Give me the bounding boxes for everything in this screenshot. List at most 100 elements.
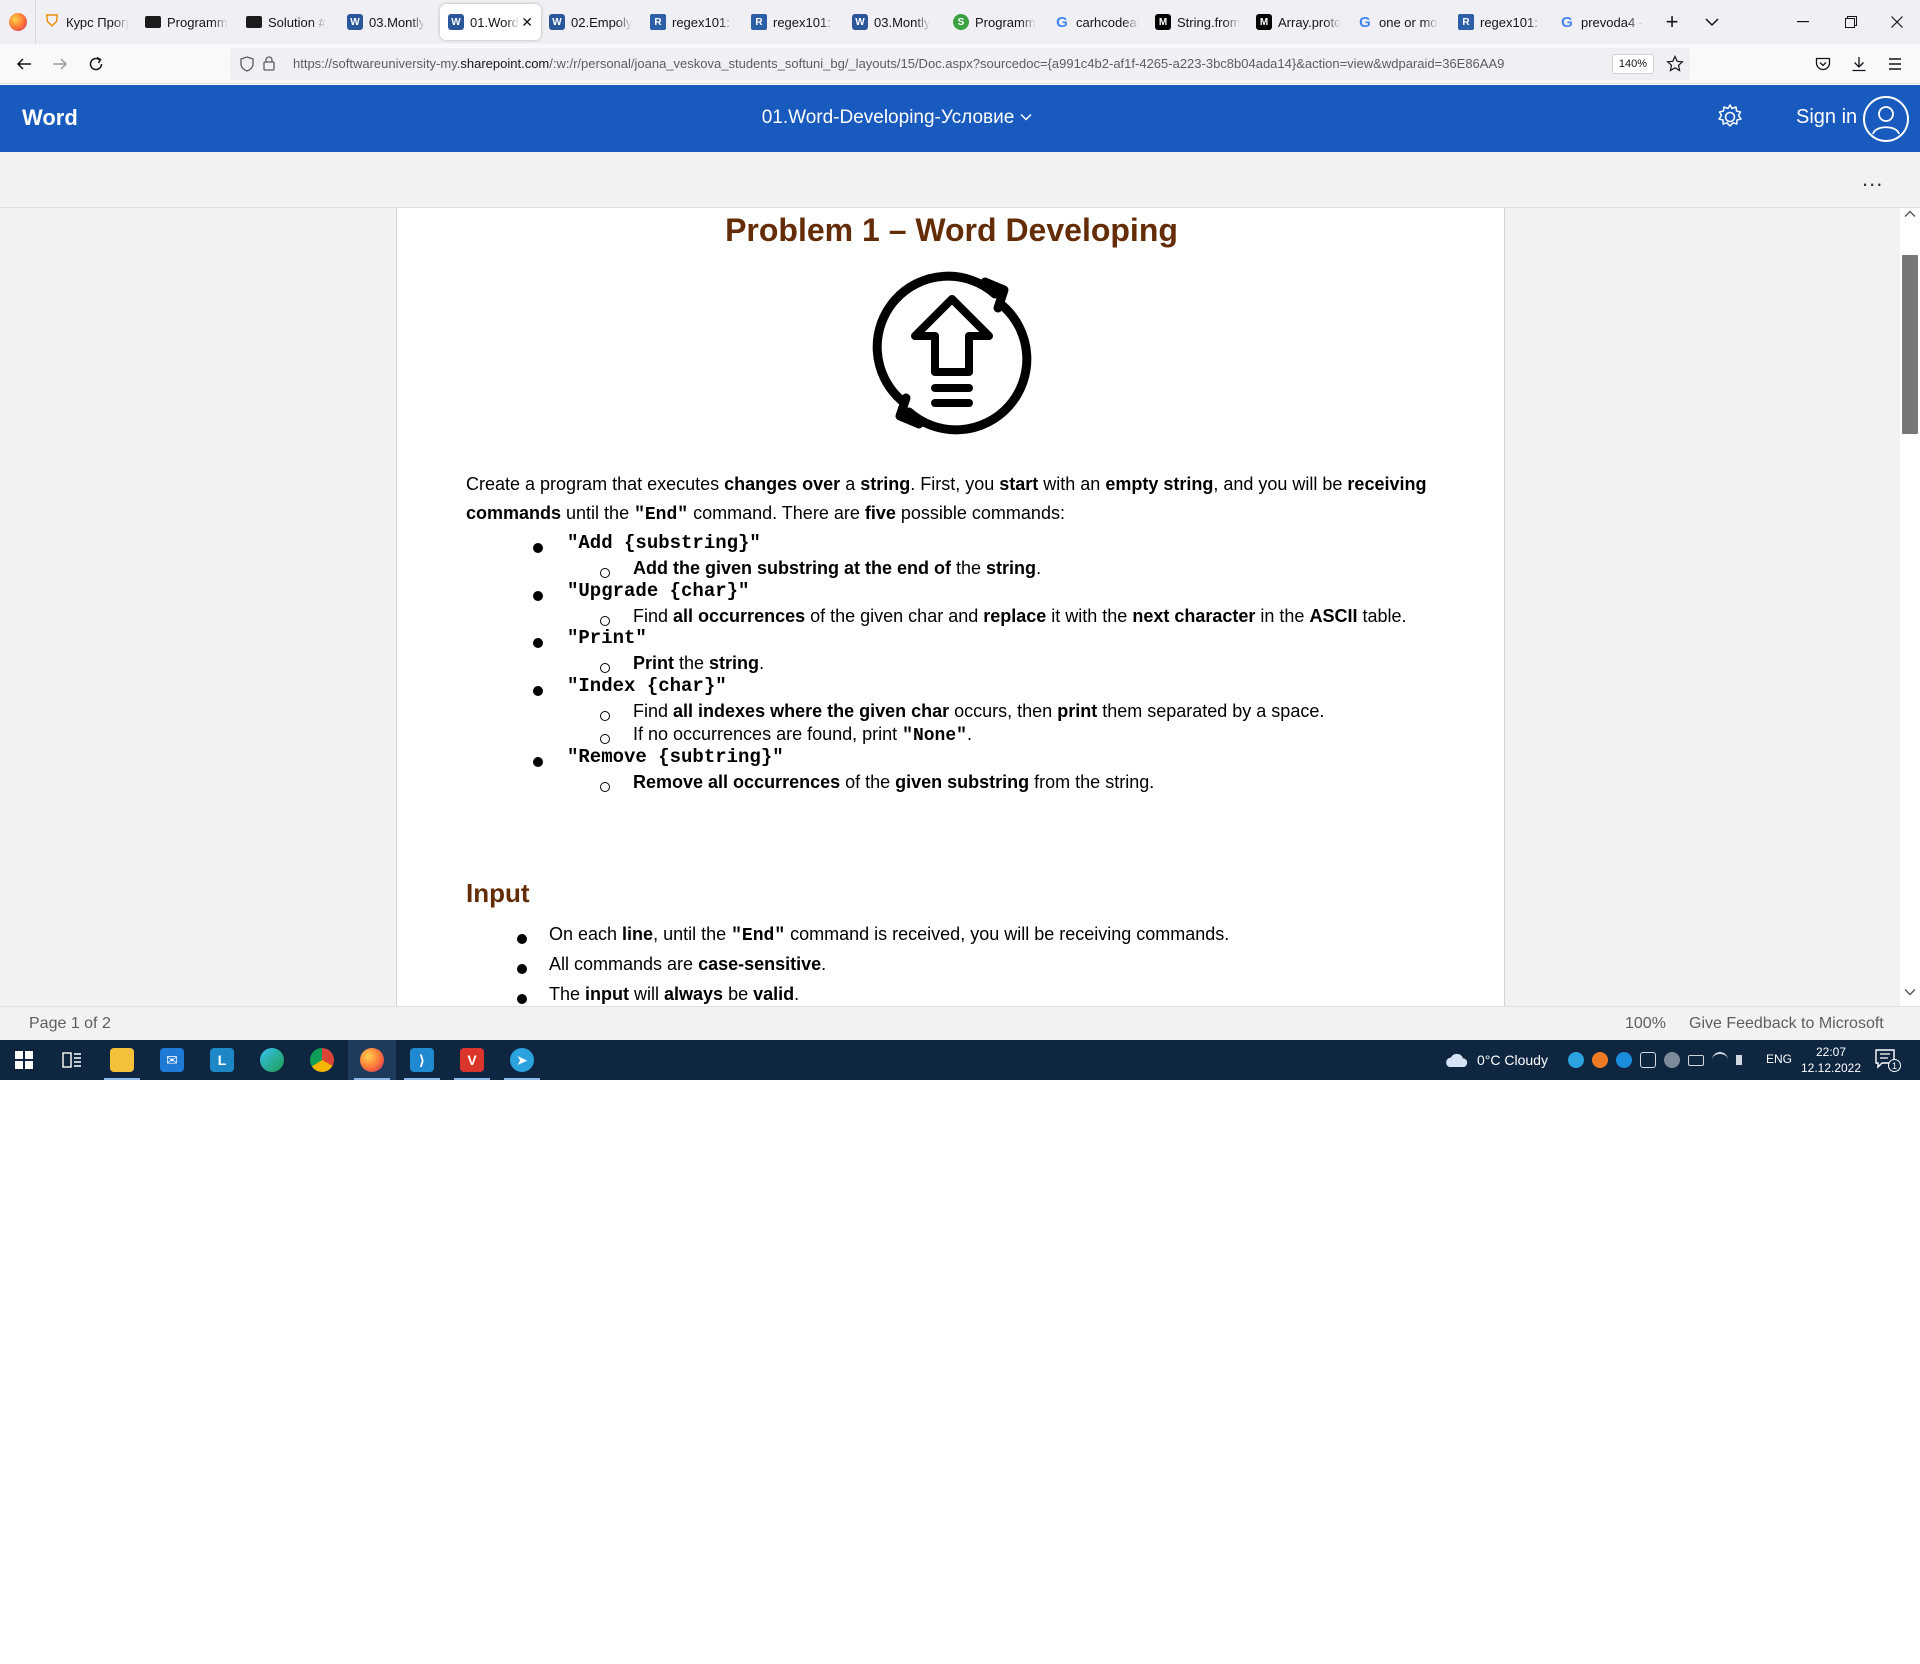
browser-tab[interactable]: W 03.Montly	[339, 4, 440, 40]
taskbar-app-l[interactable]: L	[198, 1040, 246, 1080]
taskbar-file-explorer[interactable]	[98, 1040, 146, 1080]
text-run: with an	[1038, 474, 1106, 494]
hamburger-menu-icon	[1889, 58, 1901, 70]
telegram-tray-icon[interactable]	[1568, 1052, 1584, 1068]
scroll-down-arrow-icon[interactable]	[1904, 988, 1916, 996]
chevron-down-icon	[1705, 18, 1719, 27]
browser-tab[interactable]: Rregex101: b	[743, 4, 844, 40]
taskbar-telegram[interactable]: ➤	[498, 1040, 546, 1080]
tab-title: 02.Empoly	[571, 14, 633, 30]
taskbar-app-v[interactable]: V	[448, 1040, 496, 1080]
s-tray-icon[interactable]	[1664, 1052, 1680, 1068]
notification-center-button[interactable]: 1	[1874, 1048, 1902, 1072]
taskbar-firefox[interactable]	[348, 1040, 396, 1080]
meet-now-icon[interactable]	[1640, 1052, 1656, 1068]
browser-tab[interactable]: S Programm	[945, 4, 1046, 40]
browser-tab[interactable]: Gcarhcodeat	[1046, 4, 1147, 40]
shield-icon[interactable]	[240, 56, 254, 72]
sign-in-avatar-button[interactable]	[1863, 96, 1909, 142]
browser-tab[interactable]: W 01.Word ✕	[440, 4, 541, 40]
command-name: "Remove {subtring}"	[567, 745, 784, 768]
bold-text: start	[999, 474, 1039, 494]
browser-tab[interactable]: Gone or mo	[1349, 4, 1450, 40]
input-language[interactable]: ENG	[1766, 1052, 1792, 1066]
browser-tab[interactable]: Rregex101: b	[642, 4, 743, 40]
app-tray-icon[interactable]	[1592, 1052, 1608, 1068]
close-window-button[interactable]	[1874, 0, 1920, 44]
taskbar-vscode[interactable]: ⟩	[398, 1040, 446, 1080]
document-title[interactable]: 01.Word-Developing-Условие	[0, 107, 1794, 129]
weather-widget[interactable]: 0°C Cloudy	[1443, 1040, 1548, 1080]
document-title-text[interactable]: 01.Word-Developing-Условие	[762, 107, 1015, 128]
sub-bullet	[600, 734, 610, 744]
browser-tab[interactable]: ⛉ Курс Прогр	[36, 4, 137, 40]
give-feedback-link[interactable]: Give Feedback to Microsoft	[1689, 1015, 1884, 1033]
task-view-button[interactable]	[48, 1040, 96, 1080]
edge-icon	[260, 1048, 284, 1072]
taskbar-edge[interactable]	[248, 1040, 296, 1080]
ribbon-toolbar: ...	[0, 152, 1920, 208]
skype-tray-icon[interactable]	[1616, 1052, 1632, 1068]
back-button[interactable]	[8, 48, 40, 80]
app-menu-button[interactable]	[1879, 48, 1911, 80]
word-header: Word 01.Word-Developing-Условие Sign in	[0, 85, 1920, 152]
firefox-icon	[360, 1048, 384, 1072]
new-tab-button[interactable]: +	[1652, 4, 1692, 40]
volume-icon[interactable]	[1736, 1055, 1746, 1065]
bold-text: ASCII	[1309, 605, 1358, 626]
browser-tab[interactable]: M String.from	[1147, 4, 1248, 40]
terminal-icon	[145, 16, 161, 28]
url-text: https://softwareuniversity-my.sharepoint…	[293, 56, 1505, 71]
browser-tab[interactable]: M Array.proto	[1248, 4, 1349, 40]
pocket-button[interactable]	[1807, 48, 1839, 80]
settings-gear-icon[interactable]	[1715, 102, 1745, 132]
forward-button[interactable]	[44, 48, 76, 80]
start-button[interactable]	[0, 1040, 48, 1080]
minimize-window-button[interactable]	[1780, 0, 1826, 44]
tab-title: Solution #	[268, 14, 326, 30]
text-run: the	[674, 653, 710, 673]
command-name: "Print"	[567, 627, 647, 649]
taskbar-mail[interactable]: ✉	[148, 1040, 196, 1080]
browser-tab[interactable]: Solution #	[238, 4, 339, 40]
browser-tab[interactable]: Rregex101: b	[1450, 4, 1551, 40]
browser-tab[interactable]: Gprevoda4 -	[1551, 4, 1652, 40]
battery-icon[interactable]	[1688, 1054, 1704, 1066]
scrollbar-thumb[interactable]	[1902, 255, 1918, 434]
taskbar-chrome[interactable]	[298, 1040, 346, 1080]
firefox-icon	[8, 13, 27, 31]
lock-icon[interactable]	[263, 56, 275, 71]
restore-window-button[interactable]	[1828, 0, 1874, 44]
chrome-icon	[310, 1048, 334, 1072]
zoom-level[interactable]: 100%	[1625, 1015, 1666, 1033]
sign-in-link[interactable]: Sign in	[1796, 106, 1857, 129]
browser-tab[interactable]: W 03.Montly	[844, 4, 945, 40]
text-run: .	[966, 724, 972, 744]
vertical-scrollbar[interactable]	[1900, 208, 1920, 1006]
browser-tab[interactable]: W 02.Empoly	[541, 4, 642, 40]
text-run: it with the	[1046, 605, 1133, 626]
wifi-icon[interactable]	[1712, 1052, 1728, 1068]
task-view-icon	[62, 1052, 81, 1068]
browser-tab[interactable]: Programm	[137, 4, 238, 40]
command-description: Find all indexes where the given char oc…	[633, 701, 1324, 722]
downloads-button[interactable]	[1843, 48, 1875, 80]
text-run: All commands are	[549, 954, 699, 974]
chevron-down-icon[interactable]	[1020, 113, 1032, 121]
list-all-tabs-button[interactable]	[1692, 4, 1732, 40]
bold-text: always	[664, 984, 724, 1004]
document-viewport[interactable]: Problem 1 – Word Developing Create a pro…	[0, 208, 1920, 1006]
zoom-reset-button[interactable]: 140%	[1612, 54, 1654, 74]
reload-icon	[89, 56, 103, 71]
address-bar[interactable]: https://softwareuniversity-my.sharepoint…	[230, 48, 1690, 80]
more-options-button[interactable]: ...	[1862, 166, 1883, 192]
text-run: will	[629, 984, 665, 1004]
bookmark-star-icon[interactable]	[1666, 55, 1684, 73]
reload-button[interactable]	[80, 48, 112, 80]
firefox-view-button[interactable]	[0, 0, 36, 44]
scroll-up-arrow-icon[interactable]	[1904, 210, 1916, 218]
bullet	[533, 543, 543, 553]
close-tab-icon[interactable]: ✕	[521, 14, 533, 31]
text-run: in the	[1255, 605, 1310, 626]
text-run: of the given char and	[805, 605, 984, 626]
